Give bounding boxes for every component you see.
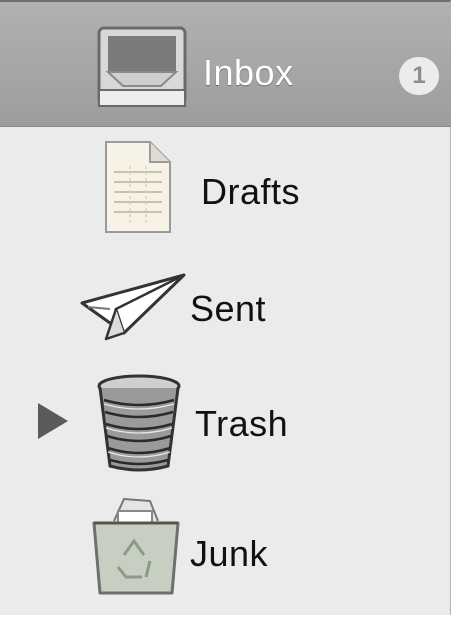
mailbox-item-junk[interactable]: Junk [0, 481, 451, 617]
mailbox-item-trash[interactable]: Trash [0, 360, 451, 481]
draft-document-icon [100, 138, 176, 243]
mailbox-label-sent: Sent [190, 288, 267, 329]
mailbox-item-drafts[interactable]: Drafts [0, 126, 451, 243]
inbox-tray-icon [93, 20, 191, 121]
wastebasket-icon [96, 374, 182, 479]
mailbox-label-inbox: Inbox [203, 52, 294, 93]
junk-bin-icon [88, 495, 184, 604]
unread-count-badge: 1 [399, 57, 439, 95]
mailbox-label-trash: Trash [195, 403, 289, 444]
mailbox-item-sent[interactable]: Sent [0, 243, 451, 360]
mailbox-label-junk: Junk [190, 533, 269, 574]
mailbox-sidebar: Inbox 1 Drafts Sent Trash Junk [0, 0, 451, 615]
mailbox-label-drafts: Drafts [201, 171, 301, 212]
mailbox-item-inbox[interactable]: Inbox 1 [0, 2, 451, 127]
paper-plane-icon [80, 273, 188, 348]
